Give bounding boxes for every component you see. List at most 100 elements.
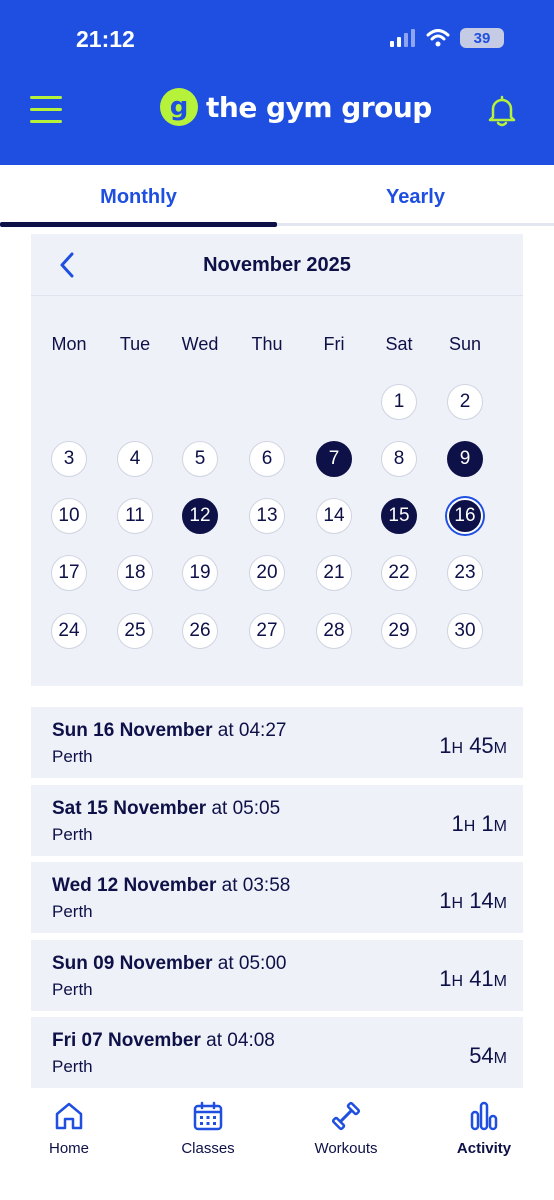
duration-minutes: 45 [469, 733, 494, 758]
calendar-day-visited[interactable]: 15 [381, 498, 417, 534]
duration-minutes-unit: M [493, 895, 507, 912]
period-tabs: Monthly Yearly [0, 165, 554, 229]
calendar-day[interactable]: 24 [51, 613, 87, 649]
calendar-day[interactable]: 17 [51, 555, 87, 591]
calendar-day[interactable]: 6 [249, 441, 285, 477]
session-title: Sat 15 November at 05:05 [52, 798, 280, 820]
session-title: Sun 09 November at 05:00 [52, 953, 286, 975]
brand-logo-mark: g [160, 88, 198, 126]
session-row[interactable]: Sun 16 November at 04:27 Perth 1H 45M [31, 707, 523, 778]
brand-logo: g the gym group [160, 88, 432, 126]
duration-minutes-unit: M [493, 972, 507, 990]
calendar-day[interactable]: 8 [381, 441, 417, 477]
battery-icon: 39 [460, 28, 504, 48]
menu-icon [30, 96, 62, 99]
calendar-day[interactable]: 30 [447, 613, 483, 649]
session-row[interactable]: Sat 15 November at 05:05 Perth 1H 1M [31, 784, 523, 856]
calendar-day[interactable]: 23 [447, 555, 483, 591]
session-date: Fri 07 November [52, 1030, 201, 1051]
session-duration: 54M [469, 1043, 507, 1069]
calendar-day[interactable]: 19 [182, 555, 218, 591]
calendar-day[interactable]: 11 [117, 498, 153, 534]
calendar-day-visited[interactable]: 12 [182, 498, 218, 534]
bell-icon[interactable] [487, 95, 517, 127]
session-location: Perth [52, 1057, 93, 1076]
calendar: November 2025 Mon Tue Wed Thu Fri Sat Sun 1234… [31, 234, 523, 686]
tab-yearly[interactable]: Yearly [277, 165, 554, 229]
session-row[interactable]: Sun 09 November at 05:00 Perth 1H 41M [31, 939, 523, 1011]
calendar-day-visited[interactable]: 9 [447, 441, 483, 477]
calendar-day[interactable]: 2 [447, 384, 483, 420]
calendar-day[interactable]: 13 [249, 498, 285, 534]
calendar-day[interactable]: 5 [182, 441, 218, 477]
calendar-day[interactable]: 29 [381, 613, 417, 649]
calendar-day-visited[interactable]: 7 [316, 441, 352, 477]
calendar-day[interactable]: 4 [117, 441, 153, 477]
calendar-day[interactable]: 21 [316, 555, 352, 591]
duration-minutes-unit: M [493, 740, 507, 757]
session-time: at 05:00 [212, 952, 287, 974]
session-title: Wed 12 November at 03:58 [52, 875, 290, 897]
calendar-day[interactable]: 28 [316, 613, 352, 649]
calendar-day[interactable]: 27 [249, 613, 285, 649]
duration-hours: 1 [451, 810, 464, 836]
activity-bars-icon [470, 1101, 498, 1131]
nav-home[interactable]: Home [9, 1098, 129, 1157]
session-time: at 03:58 [216, 875, 291, 896]
session-row[interactable]: Wed 12 November at 03:58 Perth 1H 14M [31, 862, 523, 933]
session-date: Sat 15 November [52, 797, 207, 819]
wifi-icon [426, 29, 450, 47]
session-date: Sun 16 November [52, 720, 213, 741]
duration-hours-unit: H [451, 740, 464, 757]
weekday-label: Wed [181, 334, 219, 354]
weekday-label: Sat [385, 334, 413, 354]
calendar-day[interactable]: 3 [51, 441, 87, 477]
calendar-day[interactable]: 18 [117, 555, 153, 591]
home-icon [55, 1102, 83, 1130]
nav-activity[interactable]: Activity [424, 1098, 544, 1157]
nav-classes[interactable]: Classes [148, 1098, 268, 1157]
duration-hours: 1 [439, 965, 452, 991]
calendar-day[interactable]: 14 [316, 498, 352, 534]
duration-minutes: 14 [469, 888, 494, 913]
session-time: at 04:08 [200, 1030, 275, 1051]
nav-classes-label: Classes [181, 1140, 235, 1157]
session-row[interactable]: Fri 07 November at 04:08 Perth 54M [31, 1017, 523, 1088]
session-date: Sun 09 November [52, 952, 213, 974]
app-header: 21:12 39 g the gym group [0, 0, 554, 165]
calendar-day[interactable]: 26 [182, 613, 218, 649]
session-time: at 04:27 [212, 720, 287, 741]
nav-activity-label: Activity [456, 1140, 512, 1157]
duration-minutes: 41 [469, 965, 494, 991]
weekday-label: Sun [448, 334, 482, 354]
calendar-day[interactable]: 10 [51, 498, 87, 534]
session-time: at 05:05 [206, 797, 281, 819]
status-time: 21:12 [76, 26, 135, 52]
duration-hours-unit: H [451, 895, 464, 912]
session-location: Perth [52, 747, 93, 766]
calendar-header: November 2025 [31, 234, 523, 296]
duration-minutes: 1 [481, 810, 494, 836]
duration-hours: 1 [439, 888, 452, 913]
calendar-day[interactable]: 25 [117, 613, 153, 649]
duration-minutes-unit: M [493, 1050, 507, 1067]
calendar-day[interactable]: 22 [381, 555, 417, 591]
nav-workouts-label: Workouts [314, 1140, 378, 1157]
calendar-day-today[interactable]: 16 [447, 498, 483, 534]
session-date: Wed 12 November [52, 875, 217, 896]
calendar-day[interactable]: 20 [249, 555, 285, 591]
menu-button[interactable] [30, 96, 62, 126]
session-duration: 1H 1M [451, 811, 507, 837]
session-location: Perth [52, 824, 93, 844]
weekday-label: Mon [51, 334, 87, 354]
calendar-day[interactable]: 1 [381, 384, 417, 420]
duration-hours-unit: H [451, 972, 464, 990]
tab-monthly[interactable]: Monthly [0, 165, 277, 229]
tab-active-indicator [0, 222, 277, 227]
nav-workouts[interactable]: Workouts [286, 1098, 406, 1157]
session-duration: 1H 45M [439, 733, 507, 759]
calendar-icon [193, 1101, 223, 1131]
duration-minutes: 54 [469, 1043, 494, 1068]
signal-icon [390, 29, 415, 47]
session-title: Fri 07 November at 04:08 [52, 1030, 275, 1052]
